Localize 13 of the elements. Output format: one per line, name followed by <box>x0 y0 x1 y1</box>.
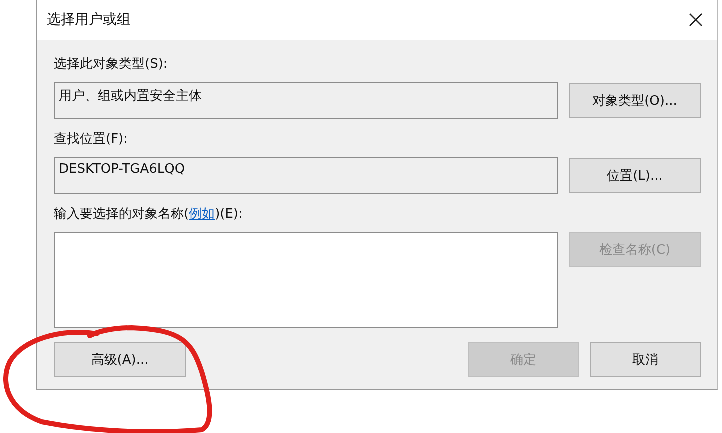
window-title: 选择用户或组 <box>47 11 131 29</box>
object-type-field: 用户、组或内置安全主体 <box>54 82 558 119</box>
close-icon[interactable] <box>689 13 703 27</box>
object-names-field[interactable] <box>54 232 558 328</box>
field-label: 输入要选择的对象名称(例如)(E): <box>54 206 244 224</box>
location-field: DESKTOP-TGA6LQQ <box>54 157 558 194</box>
dialog-button[interactable]: 取消 <box>590 342 701 377</box>
object-types-button[interactable]: 对象类型(O)... <box>569 83 701 118</box>
locations-button[interactable]: 位置(L)... <box>569 158 701 193</box>
field-label: 选择此对象类型(S): <box>54 56 169 74</box>
dialog-button[interactable]: 高级(A)... <box>54 342 186 377</box>
field-label: 查找位置(F): <box>54 131 130 149</box>
examples-link[interactable]: 例如 <box>189 207 216 222</box>
